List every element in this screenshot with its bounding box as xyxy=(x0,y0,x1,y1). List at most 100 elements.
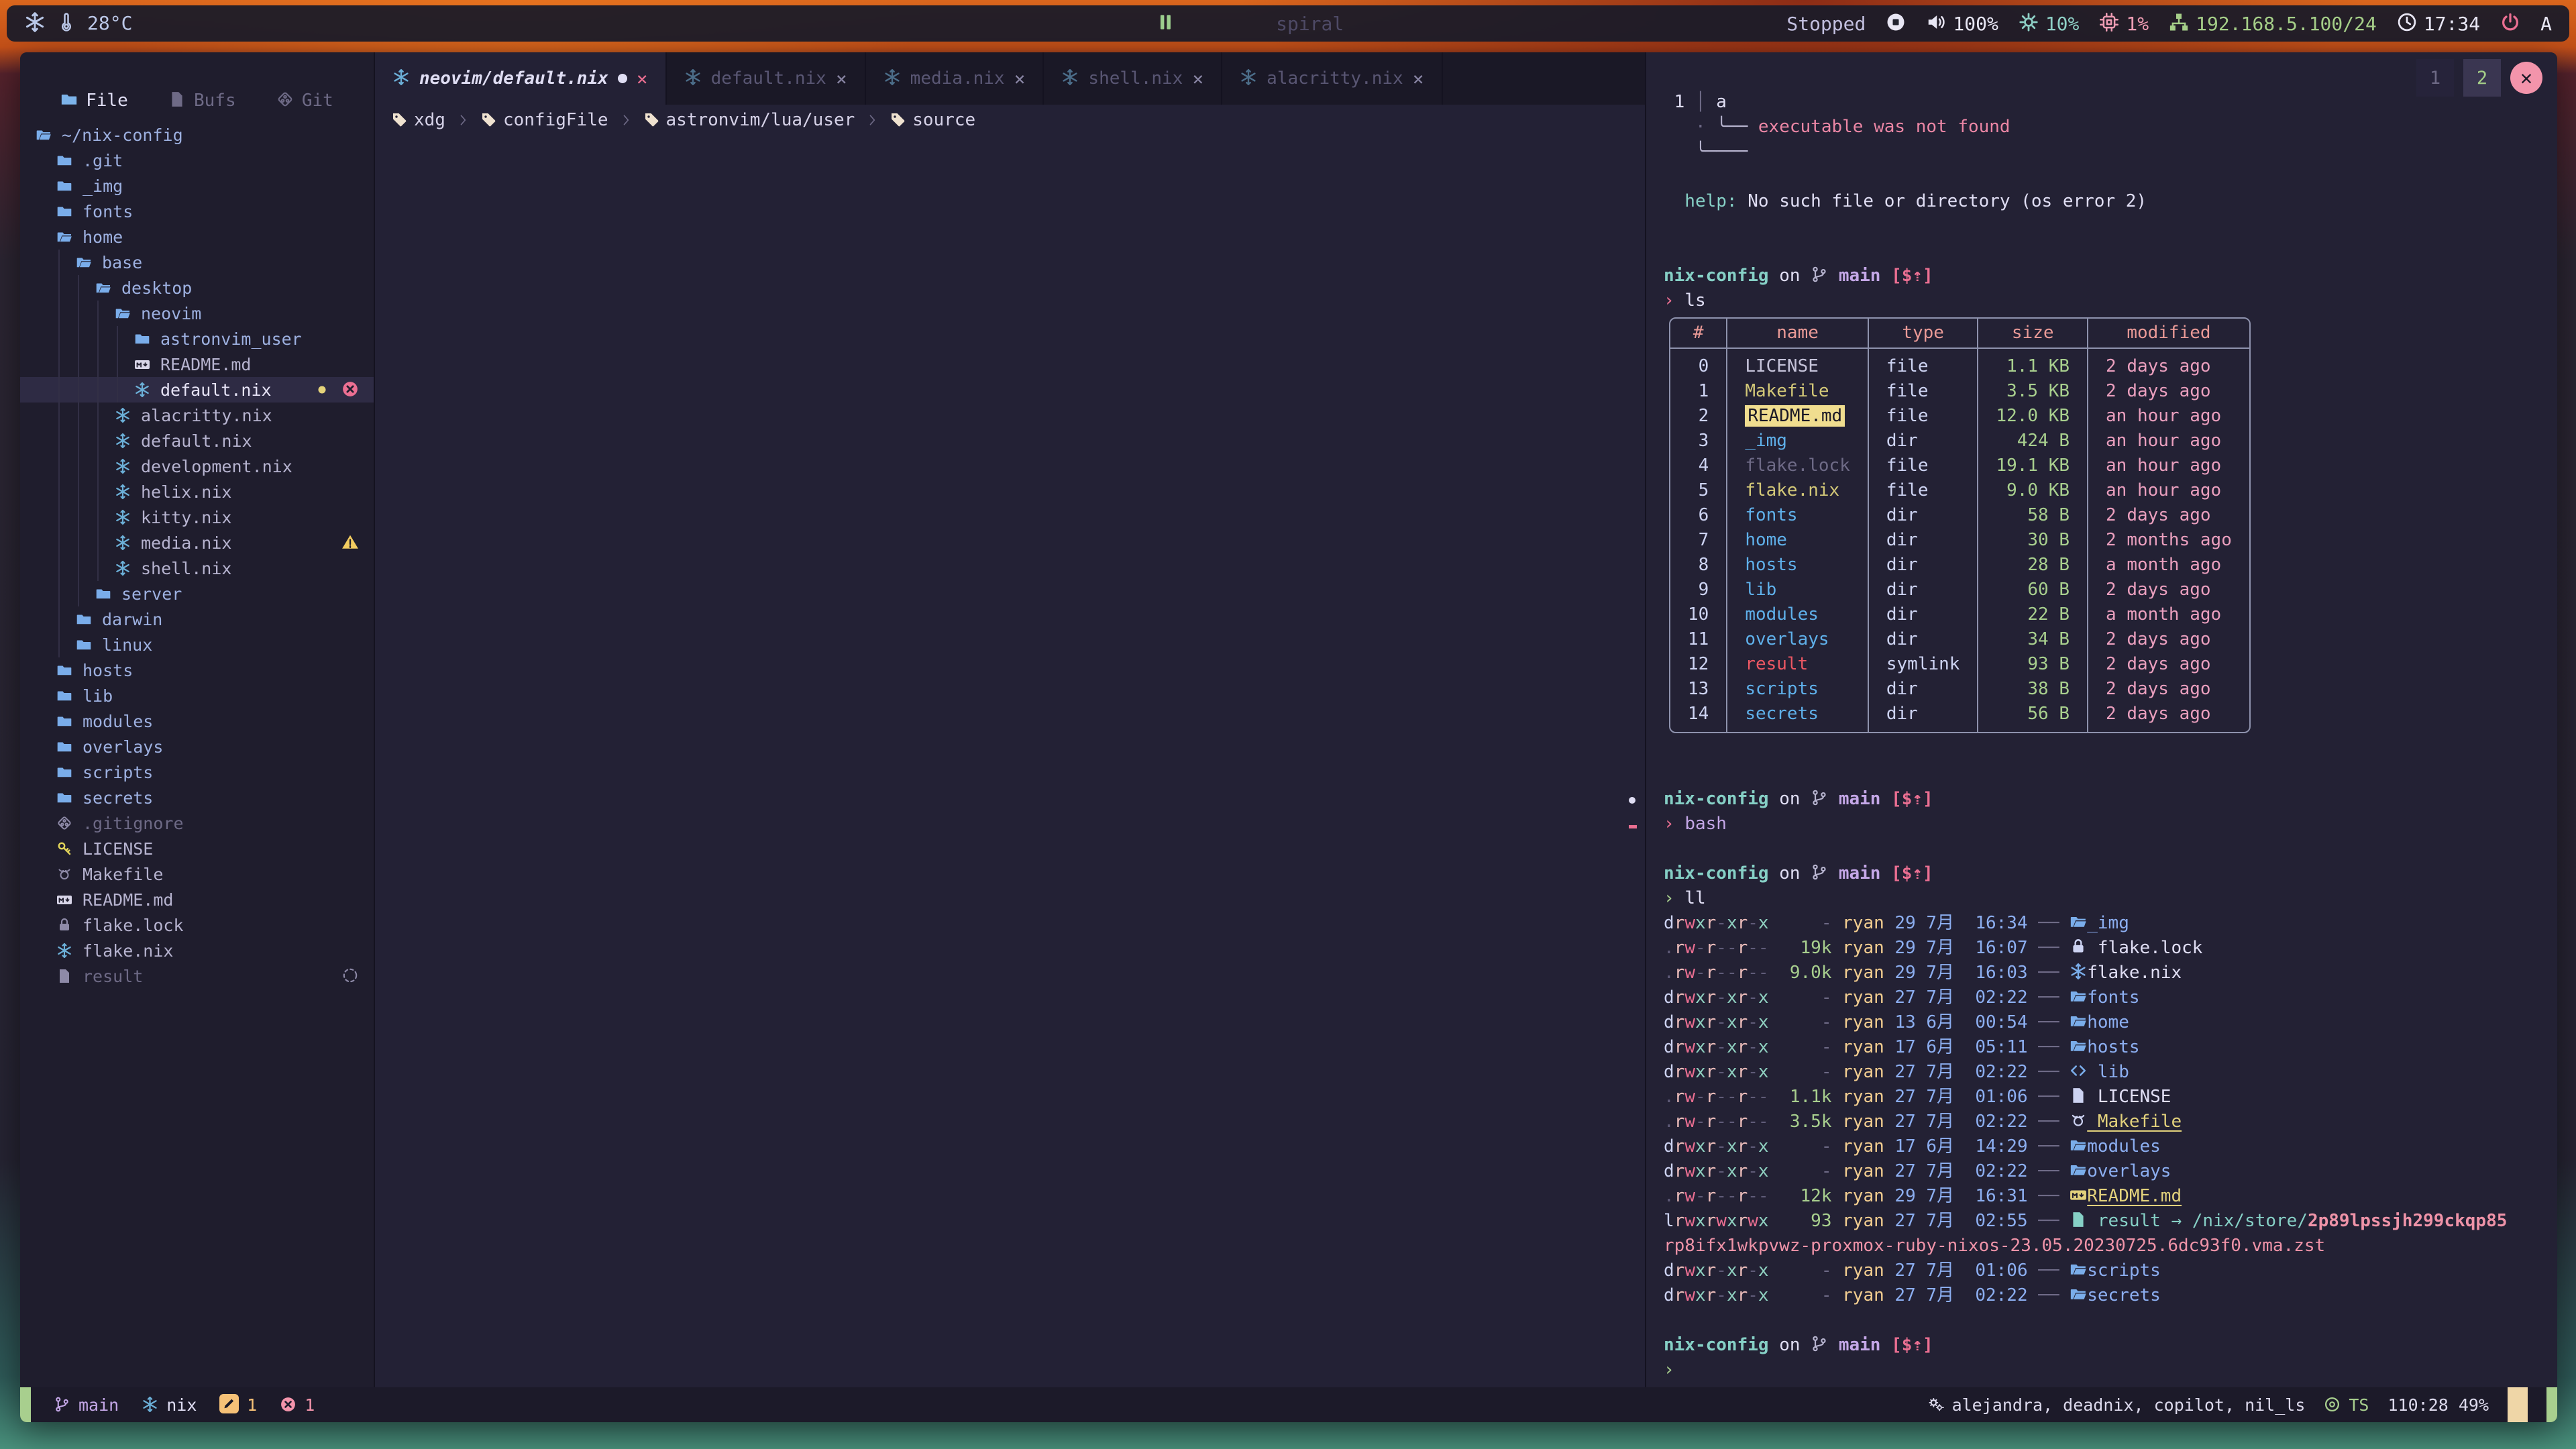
tree-item-server[interactable]: server xyxy=(20,581,374,606)
statusbar-module-cpu-usage[interactable]: 1% xyxy=(2099,12,2149,34)
tree-item-alacritty.nix[interactable]: alacritty.nix xyxy=(20,402,374,428)
tabpage-1[interactable]: 1 xyxy=(2416,59,2454,97)
tree-item-lib[interactable]: lib xyxy=(20,683,374,708)
terminal-line: nix-config on main [$⇡] xyxy=(1664,861,2557,886)
folder-open-icon xyxy=(2070,913,2087,933)
tree-item-home[interactable]: home xyxy=(20,224,374,250)
tree-item-scripts[interactable]: scripts xyxy=(20,759,374,785)
close-tabpage-icon[interactable]: ✕ xyxy=(2510,62,2542,94)
terminal-line: drwxr-xr-x - ryan 27 7月 02:22 ── lib xyxy=(1664,1060,2557,1085)
tree-item-.git[interactable]: .git xyxy=(20,148,374,173)
tree-item-media.nix[interactable]: media.nix xyxy=(20,530,374,555)
tree-item-linux[interactable]: linux xyxy=(20,632,374,657)
breadcrumb-item[interactable]: astronvim/lua/user xyxy=(643,110,855,130)
lsp-clients-text: alejandra, deadnix, copilot, nil_ls xyxy=(1952,1395,2306,1415)
statusbar-module-stop-icon[interactable] xyxy=(1886,12,1906,34)
thermometer-icon xyxy=(56,12,76,34)
statusbar-module-media-status[interactable]: Stopped xyxy=(1786,13,1866,35)
breadcrumb-item[interactable]: source xyxy=(890,110,975,130)
tree-item-astronvim_user[interactable]: astronvim_user xyxy=(20,326,374,352)
sidebar-tab-git[interactable]: Git xyxy=(276,91,333,111)
tree-item-LICENSE[interactable]: LICENSE xyxy=(20,836,374,861)
closecircle-icon[interactable] xyxy=(341,380,359,400)
terminal-line: rp8ifx1wkpvwz-proxmox-ruby-nixos-23.05.2… xyxy=(1664,1234,2557,1258)
terminal-line xyxy=(1664,737,2557,762)
code-area[interactable] xyxy=(375,136,1645,1387)
buffer-tab-alacritty.nix[interactable]: alacritty.nix× xyxy=(1222,52,1442,105)
buffer-tab-media.nix[interactable]: media.nix× xyxy=(866,52,1044,105)
statusbar-module-network-address[interactable]: 192.168.5.100/24 xyxy=(2169,12,2377,34)
tree-item-desktop[interactable]: desktop xyxy=(20,275,374,301)
tree-item-flake.lock[interactable]: flake.lock xyxy=(20,912,374,938)
close-buffer-icon[interactable]: × xyxy=(836,68,847,90)
terminal-line xyxy=(1664,164,2557,189)
tabpage-2[interactable]: 2 xyxy=(2463,59,2501,97)
tree-item-flake.nix[interactable]: flake.nix xyxy=(20,938,374,963)
tree-item-neovim[interactable]: neovim xyxy=(20,301,374,326)
folder-open-icon xyxy=(53,229,76,245)
md-icon xyxy=(131,356,154,372)
snowflake-icon xyxy=(111,407,134,423)
breadcrumb: xdg configFile astronvim/lua/user source xyxy=(375,105,1645,136)
terminal-line: · ╰── executable was not found xyxy=(1664,115,2557,140)
tree-item-label: desktop xyxy=(121,278,192,298)
file-name: fonts xyxy=(1745,505,1797,525)
md-icon xyxy=(2070,1186,2087,1206)
folder-open-icon xyxy=(2070,987,2087,1008)
sidebar-tab-bufs[interactable]: Bufs xyxy=(168,91,236,111)
tree-item-result[interactable]: result xyxy=(20,963,374,989)
terminal-line: .rw-r--r-- 3.5k ryan 27 7月 02:22 ── Make… xyxy=(1664,1110,2557,1134)
close-buffer-icon[interactable]: × xyxy=(1014,68,1026,90)
snowflake-icon xyxy=(53,943,76,959)
tree-item-label: flake.lock xyxy=(83,916,184,935)
tree-item-kitty.nix[interactable]: kitty.nix xyxy=(20,504,374,530)
tree-item-README.md[interactable]: README.md xyxy=(20,887,374,912)
tree-item-helix.nix[interactable]: helix.nix xyxy=(20,479,374,504)
scrollbar-marks[interactable] xyxy=(1629,136,1638,1387)
breadcrumb-item[interactable]: xdg xyxy=(391,110,445,130)
clock-text: 17:34 xyxy=(2424,13,2480,35)
tree-item-modules[interactable]: modules xyxy=(20,708,374,734)
tree-item-base[interactable]: base xyxy=(20,250,374,275)
statusline: mainnix11 alejandra, deadnix, copilot, n… xyxy=(20,1387,2557,1422)
buffer-tab-default.nix[interactable]: default.nix× xyxy=(667,52,866,105)
close-buffer-icon[interactable]: × xyxy=(637,68,648,90)
buffer-tab-shell.nix[interactable]: shell.nix× xyxy=(1044,52,1222,105)
system-bar-right: Stopped 100% 10% 1% 192.168.5.100/24 17:34 A xyxy=(1786,12,2569,34)
tree-item-hosts[interactable]: hosts xyxy=(20,657,374,683)
gnu-icon xyxy=(53,866,76,882)
tree-item-overlays[interactable]: overlays xyxy=(20,734,374,759)
tree-item-~/nix-config[interactable]: ~/nix-config xyxy=(20,122,374,148)
tree-item-README.md[interactable]: README.md xyxy=(20,352,374,377)
folder-icon xyxy=(131,331,154,347)
close-buffer-icon[interactable]: × xyxy=(1413,68,1424,90)
tree-item-label: linux xyxy=(102,635,152,655)
breadcrumb-item[interactable]: configFile xyxy=(480,110,608,130)
buffer-tab-neovim/default.nix[interactable]: neovim/default.nix × xyxy=(375,52,667,105)
statusbar-module-clock[interactable]: 17:34 xyxy=(2397,12,2480,34)
tree-item-default.nix[interactable]: default.nix xyxy=(20,377,374,402)
statusbar-module-volume[interactable]: 100% xyxy=(1926,12,1998,34)
tree-item-default.nix[interactable]: default.nix xyxy=(20,428,374,453)
tree-item-fonts[interactable]: fonts xyxy=(20,199,374,224)
tree-item-darwin[interactable]: darwin xyxy=(20,606,374,632)
file-name: flake.nix xyxy=(1745,480,1839,500)
cursor-position-text: 110:28 49% xyxy=(2387,1395,2489,1415)
tree-item-development.nix[interactable]: development.nix xyxy=(20,453,374,479)
terminal-pane[interactable]: 12✕ 1 │ a · ╰── executable was not found… xyxy=(1646,52,2557,1387)
tree-item-secrets[interactable]: secrets xyxy=(20,785,374,810)
tree-item-Makefile[interactable]: Makefile xyxy=(20,861,374,887)
buffer-tab-label: neovim/default.nix xyxy=(419,68,608,89)
tree-item-.gitignore[interactable]: .gitignore xyxy=(20,810,374,836)
tree-item-_img[interactable]: _img xyxy=(20,173,374,199)
breadcrumb-label: xdg xyxy=(414,110,445,130)
statusbar-module-memory-usage[interactable]: 10% xyxy=(2019,12,2080,34)
media-pause-icon[interactable] xyxy=(1155,12,1175,36)
close-buffer-icon[interactable]: × xyxy=(1192,68,1203,90)
sidebar-tab-label: Git xyxy=(302,91,333,111)
statusbar-module-power[interactable] xyxy=(2500,12,2520,34)
sidebar-tab-file[interactable]: File xyxy=(60,91,128,111)
statusbar-module-keyboard-layout[interactable]: A xyxy=(2540,13,2552,35)
tree-item-shell.nix[interactable]: shell.nix xyxy=(20,555,374,581)
tree-item-label: modules xyxy=(83,712,153,731)
